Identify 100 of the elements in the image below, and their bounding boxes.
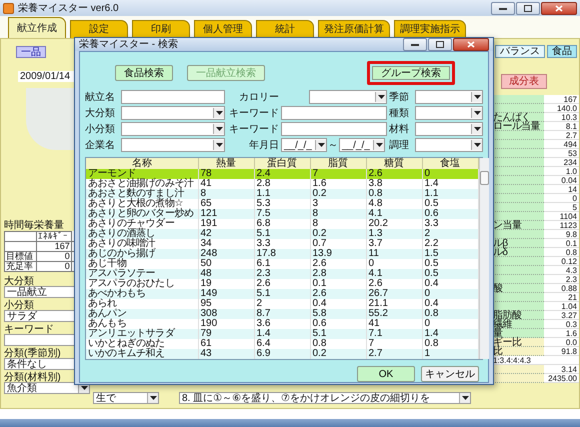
column-header: 熱量 <box>198 158 254 169</box>
table-cell: 3.27 <box>544 311 579 320</box>
field-label: 小分類 <box>4 300 35 310</box>
table-row[interactable]: あさりと卵のバター炒め 121 7.5 8 4.1 0.6 <box>86 209 478 219</box>
table-cell: 2435.00 <box>544 374 579 383</box>
dropdown[interactable] <box>415 122 483 136</box>
tab[interactable]: 設定 <box>70 20 128 38</box>
close-button[interactable] <box>453 38 489 51</box>
field-label: 小分類 <box>85 122 116 136</box>
close-icon <box>555 4 563 12</box>
table-cell: 42 <box>198 229 254 239</box>
dropdown[interactable] <box>121 122 225 136</box>
scrollbar[interactable] <box>478 158 488 359</box>
maximize-button[interactable] <box>428 38 452 51</box>
dropdown[interactable] <box>121 106 225 120</box>
table-row[interactable]: あじのから揚げ 248 17.8 13.9 11 1.5 <box>86 249 478 259</box>
table-cell: 4.1 <box>366 209 422 219</box>
tab[interactable]: 印刷 <box>132 20 190 38</box>
table-cell: 5.1 <box>254 289 310 299</box>
table-cell: アスパラソテー <box>86 269 198 279</box>
scrollbar-thumb[interactable] <box>480 171 488 185</box>
table-cell: アンリエットサラダ <box>86 329 198 339</box>
table-row[interactable]: あべかわもち 149 5.1 2.6 26.7 0 <box>86 289 478 299</box>
table-cell: 8 <box>198 189 254 199</box>
row-header: たんぱく <box>493 113 544 122</box>
dropdown[interactable]: __/_/_ <box>339 138 385 152</box>
table-cell: あさりの酒蒸し <box>86 229 198 239</box>
table-cell: アーモンド <box>86 169 198 179</box>
tab[interactable]: 献立作成 <box>8 17 66 38</box>
table-cell: 0 <box>36 262 72 272</box>
tab[interactable]: 発注原価計算 <box>318 20 390 38</box>
table-row[interactable]: アスパラソテー 48 2.3 2.8 4.1 0.5 <box>86 269 478 279</box>
table-cell: 121 <box>198 209 254 219</box>
tab[interactable]: 個人管理 <box>194 20 252 38</box>
dish-button[interactable]: 一品 <box>16 46 46 58</box>
minimize-icon <box>499 6 507 10</box>
table-cell: 0.0 <box>544 338 579 347</box>
dropdown[interactable] <box>121 138 225 152</box>
table-cell: 0 <box>422 289 478 299</box>
input-field[interactable] <box>281 106 387 120</box>
dropdown[interactable] <box>415 106 483 120</box>
tab[interactable]: バランス <box>495 45 545 58</box>
input-field[interactable] <box>121 90 225 104</box>
table-row[interactable]: あさりの酒蒸し 42 5.1 0.2 1.3 2 <box>86 229 478 239</box>
table-cell: 167 <box>36 242 72 252</box>
close-button[interactable] <box>541 2 577 14</box>
table-cell: 1.5 <box>422 249 478 259</box>
maximize-button[interactable] <box>516 2 540 14</box>
table-cell: 308 <box>198 309 254 319</box>
dropdown[interactable] <box>415 90 483 104</box>
row-header: 比 <box>493 347 544 356</box>
search-button[interactable]: 食品検索 <box>115 65 173 81</box>
caret-icon <box>471 140 482 150</box>
dropdown[interactable]: __/_/_ <box>281 138 327 152</box>
tab[interactable]: 食品 <box>547 45 577 58</box>
dropdown[interactable] <box>415 138 483 152</box>
field-label: 種類 <box>389 106 410 120</box>
table-cell: あんパン <box>86 309 198 319</box>
table-row[interactable]: あんパン 308 8.7 5.8 55.2 0.8 <box>86 309 478 319</box>
table-cell: 48 <box>198 269 254 279</box>
table-cell: 7.1 <box>366 329 422 339</box>
caret-icon <box>459 393 470 403</box>
composition-button[interactable]: 成分表 <box>501 74 547 89</box>
search-button[interactable]: グループ検索 <box>367 61 455 85</box>
table-cell: 55.2 <box>366 309 422 319</box>
table-cell: 1123 <box>544 221 579 230</box>
tab[interactable]: 統計 <box>256 20 314 38</box>
table-row[interactable]: いかのキムチ和え 43 6.9 0.2 2.7 1 <box>86 349 478 359</box>
dropdown[interactable] <box>309 90 387 104</box>
ok-button[interactable]: OK <box>357 366 415 382</box>
row-header: ギー比 <box>493 338 544 347</box>
table-cell: 0.8 <box>422 309 478 319</box>
field-label: 企業名 <box>85 138 116 152</box>
caret-icon <box>373 140 384 150</box>
field-label: 年月日 <box>248 138 279 152</box>
table-cell: 0.04 <box>544 176 579 185</box>
table-cell: 1.0 <box>544 167 579 176</box>
dropdown[interactable]: 魚介類 <box>4 382 90 394</box>
minimize-button[interactable] <box>403 38 427 51</box>
caret-icon <box>213 124 224 134</box>
minimize-button[interactable] <box>491 2 515 14</box>
dropdown[interactable]: 生で <box>93 392 159 404</box>
table-cell: 1.4 <box>422 329 478 339</box>
table-cell: 167 <box>544 95 579 104</box>
input-field[interactable] <box>281 122 387 136</box>
caret-icon <box>213 140 224 150</box>
dropdown[interactable]: 8. 皿に①～⑥を盛り、⑦をかけオレンジの皮の細切りを <box>179 392 471 404</box>
table-cell: あさりと卵のバター炒め <box>86 209 198 219</box>
table-row[interactable]: アンリエットサラダ 79 1.4 5.1 7.1 1.4 <box>86 329 478 339</box>
table-row[interactable]: あおさと麩のすまし汁 8 1.1 0.2 0.8 1.1 <box>86 189 478 199</box>
date-field[interactable]: 2009/01/14 <box>18 71 74 82</box>
table-row[interactable]: アーモンド 78 2.4 7 2.6 0 <box>86 169 478 179</box>
table-cell: 2.6 <box>366 169 422 179</box>
tab[interactable]: 調理実施指示 <box>394 20 466 38</box>
table-cell: 0.2 <box>310 349 366 359</box>
app-icon <box>3 2 14 14</box>
row-header: ルδ <box>493 248 544 257</box>
table-cell: 13.9 <box>310 249 366 259</box>
field-label: カロリー <box>238 90 279 104</box>
cancel-button[interactable]: キャンセル <box>421 366 479 382</box>
